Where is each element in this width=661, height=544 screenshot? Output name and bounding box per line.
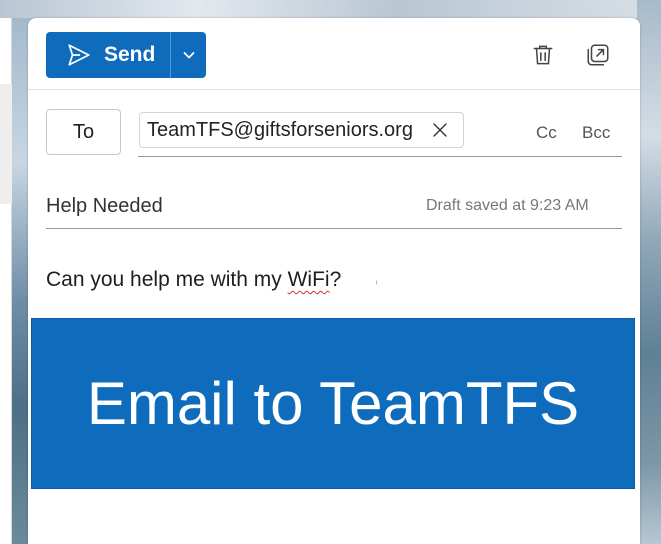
send-options-button[interactable] [170,32,206,78]
send-label: Send [104,43,156,66]
to-button[interactable]: To [46,109,121,155]
recipient-chip[interactable]: TeamTFS@giftsforseniors.org [139,112,464,148]
trash-icon [533,45,553,65]
message-text-end: ? [329,268,342,291]
left-pane-edge [0,18,12,544]
remove-recipient-button[interactable] [431,121,449,139]
popout-icon [587,44,609,66]
banner-text: Email to TeamTFS [86,370,580,437]
to-field-divider [138,156,622,157]
paper-plane-icon [68,44,90,66]
bcc-button[interactable]: Bcc [582,123,610,143]
discard-button[interactable] [528,40,558,70]
recipient-address: TeamTFS@giftsforseniors.org [147,118,413,141]
pop-out-button[interactable] [583,40,613,70]
text-cursor [376,280,379,285]
cc-button[interactable]: Cc [536,123,557,143]
left-pane-selection [0,84,12,204]
compose-toolbar: Send [28,18,640,90]
subject-field[interactable]: Help Needed [46,195,163,218]
subject-divider [46,228,622,229]
message-text-start: Can you help me with my [46,268,288,291]
draft-status: Draft saved at 9:23 AM [426,197,589,214]
desktop-background-right [637,0,661,544]
chevron-down-icon [183,52,194,59]
close-icon [433,123,447,137]
send-button-group: Send [46,32,206,78]
message-body[interactable]: Can you help me with my WiFi? [46,268,341,292]
send-button[interactable]: Send [46,32,170,78]
misspelled-word[interactable]: WiFi [288,268,330,291]
caption-banner: Email to TeamTFS [31,318,635,489]
desktop-background-top [0,0,661,18]
